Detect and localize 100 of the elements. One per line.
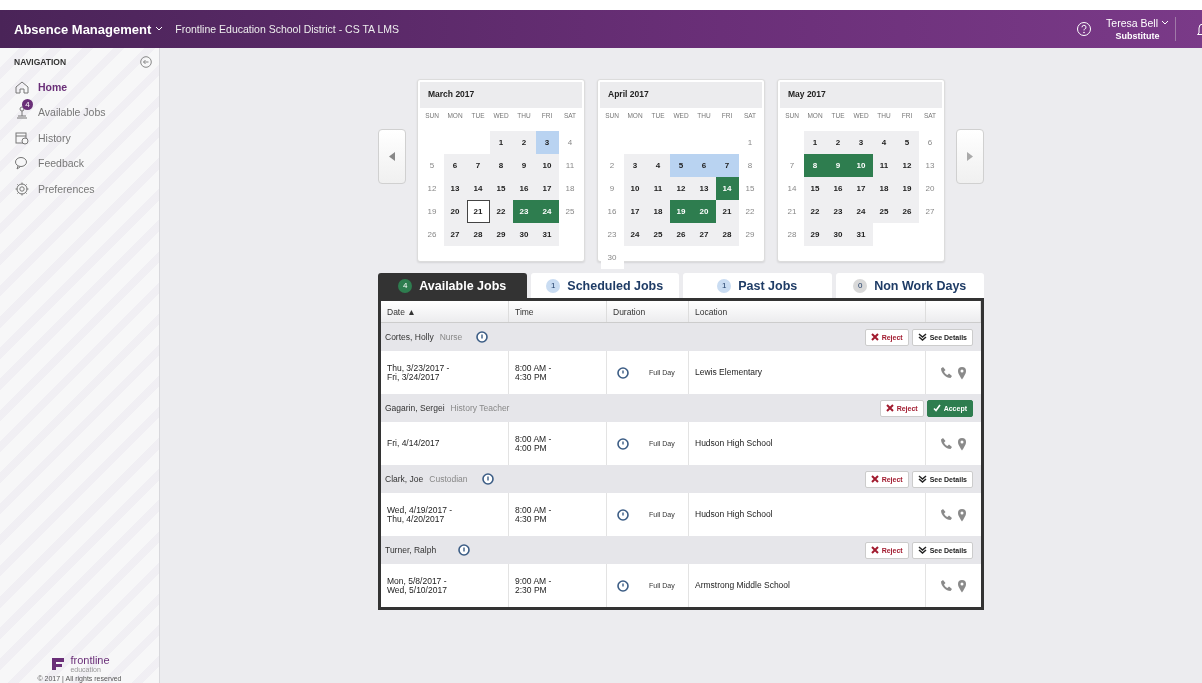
map-pin-icon[interactable] <box>957 436 967 451</box>
info-icon[interactable] <box>458 544 471 556</box>
calendar-day[interactable]: 28 <box>466 223 490 246</box>
calendar-day[interactable]: 21 <box>715 200 739 223</box>
column-header[interactable]: Location <box>689 301 926 322</box>
calendar-day[interactable]: 6 <box>692 154 716 177</box>
nav-item[interactable]: Feedback <box>0 150 157 176</box>
phone-icon[interactable] <box>940 437 953 450</box>
info-icon[interactable] <box>481 473 494 485</box>
calendar-day[interactable]: 14 <box>466 177 490 200</box>
calendar-day[interactable]: 31 <box>849 223 873 246</box>
calendar-day[interactable]: 30 <box>826 223 850 246</box>
calendar-day[interactable]: 4 <box>872 131 896 154</box>
calendar-day[interactable]: 22 <box>803 200 827 223</box>
calendar-day[interactable]: 13 <box>443 177 467 200</box>
nav-item[interactable]: History <box>0 125 157 151</box>
collapse-icon[interactable] <box>140 56 152 68</box>
nav-item[interactable]: 4 Available Jobs <box>0 99 157 125</box>
calendar-day[interactable]: 26 <box>669 223 693 246</box>
tab[interactable]: 0 Non Work Days <box>835 273 984 298</box>
calendar-day[interactable]: 24 <box>535 200 559 223</box>
calendar-day[interactable]: 19 <box>669 200 693 223</box>
calendar-day[interactable]: 2 <box>826 131 850 154</box>
calendar-day[interactable]: 4 <box>646 154 670 177</box>
info-icon[interactable] <box>476 331 489 343</box>
calendar-day[interactable]: 16 <box>512 177 536 200</box>
calendar-day[interactable]: 15 <box>489 177 513 200</box>
calendar-day[interactable]: 30 <box>512 223 536 246</box>
help-icon[interactable] <box>1076 21 1093 37</box>
calendar-day[interactable]: 29 <box>803 223 827 246</box>
calendar-day[interactable]: 5 <box>669 154 693 177</box>
nav-item[interactable]: Preferences <box>0 176 157 202</box>
calendar-day[interactable]: 7 <box>715 154 739 177</box>
calendar-day[interactable]: 25 <box>646 223 670 246</box>
calendar-day[interactable]: 23 <box>826 200 850 223</box>
calendar-day[interactable]: 10 <box>623 177 647 200</box>
tab[interactable]: 4 Available Jobs <box>378 273 527 298</box>
date-cell: Mon, 5/8/2017 - Wed, 5/10/2017 <box>381 564 509 607</box>
calendar-day[interactable]: 5 <box>895 131 919 154</box>
calendar-day[interactable]: 17 <box>623 200 647 223</box>
calendar-day[interactable]: 11 <box>872 154 896 177</box>
calendar-day[interactable]: 3 <box>535 131 559 154</box>
calendar-day[interactable]: 2 <box>512 131 536 154</box>
double-chevron-icon <box>917 333 927 341</box>
calendar-day[interactable]: 1 <box>803 131 827 154</box>
calendar-day[interactable]: 6 <box>443 154 467 177</box>
calendar-day[interactable]: 13 <box>692 177 716 200</box>
column-header[interactable]: Time <box>509 301 607 322</box>
calendar-day[interactable]: 14 <box>715 177 739 200</box>
map-pin-icon[interactable] <box>957 365 967 380</box>
tab[interactable]: 1 Scheduled Jobs <box>530 273 679 298</box>
calendar-day[interactable]: 15 <box>803 177 827 200</box>
calendar-day[interactable]: 24 <box>849 200 873 223</box>
calendar-day[interactable]: 22 <box>489 200 513 223</box>
user-menu-button[interactable]: Teresa Bell Substitute <box>1100 17 1176 41</box>
double-chevron-icon <box>917 546 927 554</box>
x-icon <box>870 546 879 554</box>
calendar-day[interactable]: 10 <box>535 154 559 177</box>
calendar-day[interactable]: 29 <box>489 223 513 246</box>
calendar-day[interactable]: 9 <box>826 154 850 177</box>
tab[interactable]: 1 Past Jobs <box>683 273 832 298</box>
app-menu-button[interactable]: Absence Management <box>0 10 176 48</box>
calendar-day[interactable]: 20 <box>692 200 716 223</box>
calendar-day[interactable]: 9 <box>512 154 536 177</box>
calendar-day[interactable]: 12 <box>669 177 693 200</box>
phone-icon[interactable] <box>940 366 953 379</box>
calendar-day[interactable]: 8 <box>489 154 513 177</box>
calendar-day[interactable]: 11 <box>646 177 670 200</box>
job-role: History Teacher <box>450 403 510 413</box>
phone-icon[interactable] <box>940 579 953 592</box>
nav-item[interactable]: Home <box>0 74 157 100</box>
calendar-day[interactable]: 27 <box>692 223 716 246</box>
calendar-day[interactable]: 20 <box>443 200 467 223</box>
calendar-day[interactable]: 18 <box>646 200 670 223</box>
calendar-day[interactable]: 18 <box>872 177 896 200</box>
calendar-day[interactable]: 16 <box>826 177 850 200</box>
calendar-day[interactable]: 7 <box>466 154 490 177</box>
calendar-day[interactable]: 19 <box>895 177 919 200</box>
calendar-day[interactable]: 31 <box>535 223 559 246</box>
calendar-day[interactable]: 17 <box>849 177 873 200</box>
calendar-day[interactable]: 3 <box>623 154 647 177</box>
calendar-day[interactable]: 17 <box>535 177 559 200</box>
column-header[interactable]: Date ▲ <box>381 301 509 322</box>
calendar-day[interactable]: 28 <box>715 223 739 246</box>
calendar-day[interactable]: 10 <box>849 154 873 177</box>
calendar-day[interactable]: 8 <box>803 154 827 177</box>
calendar-day[interactable]: 27 <box>443 223 467 246</box>
map-pin-icon[interactable] <box>957 507 967 522</box>
calendar-day[interactable]: 12 <box>895 154 919 177</box>
calendar-day[interactable]: 24 <box>623 223 647 246</box>
calendar-day[interactable]: 1 <box>489 131 513 154</box>
calendar-day[interactable]: 23 <box>512 200 536 223</box>
employee-name: Cortes, Holly <box>385 332 434 342</box>
calendar-day[interactable]: 25 <box>872 200 896 223</box>
column-header[interactable]: Duration <box>607 301 689 322</box>
calendar-day[interactable]: 26 <box>895 200 919 223</box>
calendar-day[interactable]: 21 <box>466 200 490 223</box>
calendar-day[interactable]: 3 <box>849 131 873 154</box>
phone-icon[interactable] <box>940 508 953 521</box>
map-pin-icon[interactable] <box>957 578 967 593</box>
